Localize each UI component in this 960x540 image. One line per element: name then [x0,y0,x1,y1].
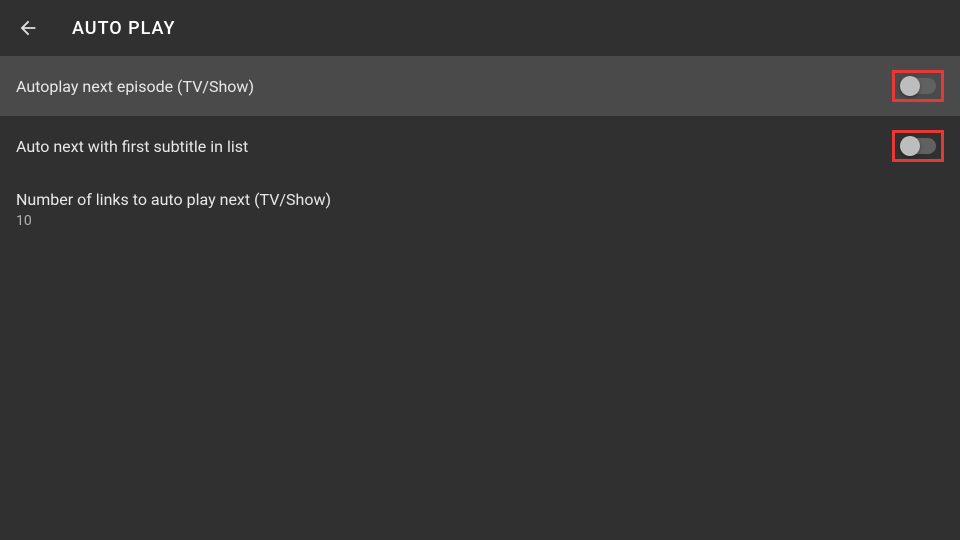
setting-text-block: Number of links to auto play next (TV/Sh… [16,190,331,229]
settings-list: Autoplay next episode (TV/Show) Auto nex… [0,56,960,243]
toggle-auto-next-subtitle[interactable] [892,130,944,162]
back-arrow-icon[interactable] [16,16,40,40]
toggle-thumb [900,76,920,96]
setting-label: Autoplay next episode (TV/Show) [16,77,254,96]
header: AUTO PLAY [0,0,960,56]
setting-value: 10 [16,213,331,229]
toggle-track [900,78,936,94]
page-title: AUTO PLAY [72,18,175,39]
setting-autoplay-next-episode[interactable]: Autoplay next episode (TV/Show) [0,56,960,116]
setting-label: Auto next with first subtitle in list [16,137,248,156]
toggle-thumb [900,136,920,156]
toggle-track [900,138,936,154]
setting-label: Number of links to auto play next (TV/Sh… [16,190,331,209]
setting-number-of-links[interactable]: Number of links to auto play next (TV/Sh… [0,176,960,243]
toggle-autoplay-next-episode[interactable] [892,70,944,102]
setting-auto-next-subtitle[interactable]: Auto next with first subtitle in list [0,116,960,176]
